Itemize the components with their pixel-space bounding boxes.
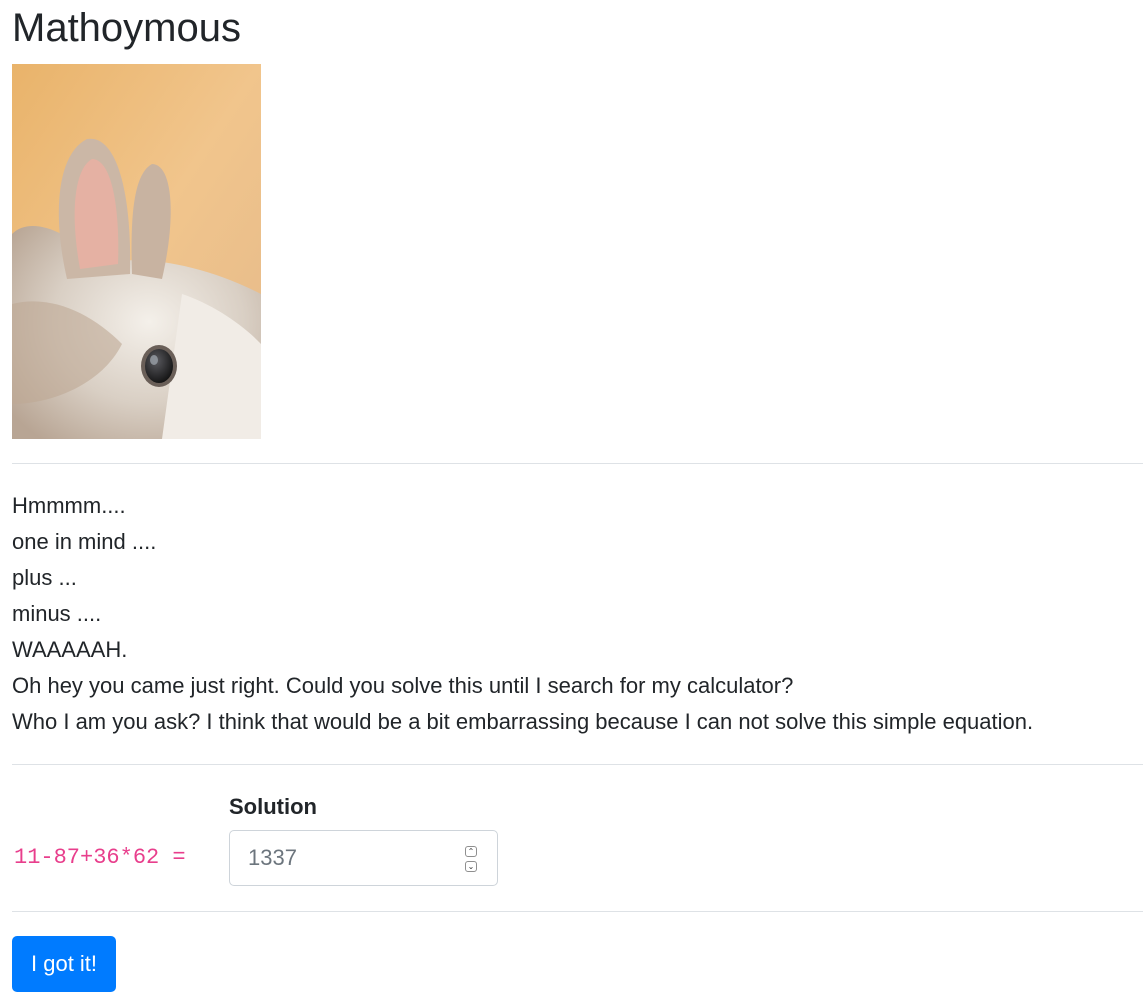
- number-spinner[interactable]: ⌃ ⌄: [465, 846, 479, 872]
- solution-label: Solution: [229, 794, 317, 819]
- story-line: one in mind ....: [12, 529, 157, 554]
- section-divider: [12, 463, 1143, 464]
- story-line: plus ...: [12, 565, 77, 590]
- solution-input[interactable]: [230, 831, 448, 885]
- button-area: I got it!: [12, 912, 1131, 992]
- rabbit-photo: [12, 64, 261, 439]
- story-line: WAAAAAH.: [12, 637, 128, 662]
- story-text: Hmmmm.... one in mind .... plus ... minu…: [12, 488, 1131, 740]
- equation-text: 11-87+36*62 =: [14, 845, 186, 870]
- story-line: Oh hey you came just right. Could you so…: [12, 673, 794, 698]
- page-title: Mathoymous: [12, 6, 241, 50]
- page-container: Mathoymous Hmmmm.... one in mind .... pl…: [0, 0, 1143, 992]
- solution-field-group: Solution ⌃ ⌄: [229, 792, 498, 886]
- solution-input-wrapper: ⌃ ⌄: [229, 830, 498, 886]
- submit-button[interactable]: I got it!: [12, 936, 117, 992]
- equation-form: 11-87+36*62 = Solution ⌃ ⌄: [12, 765, 1131, 911]
- spin-up-icon[interactable]: ⌃: [465, 846, 477, 857]
- story-line: Hmmmm....: [12, 493, 126, 518]
- story-line: Who I am you ask? I think that would be …: [12, 709, 1034, 734]
- story-line: minus ....: [12, 601, 102, 626]
- spin-down-icon[interactable]: ⌄: [465, 861, 477, 872]
